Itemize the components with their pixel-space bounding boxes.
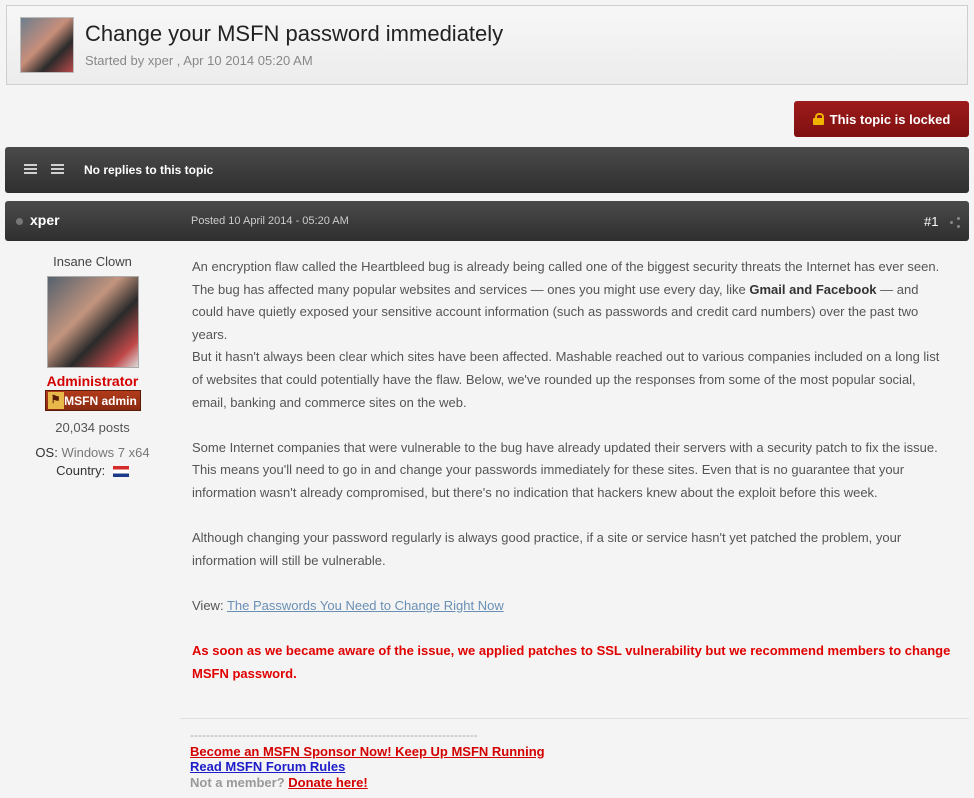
topic-meta: Started by xper , Apr 10 2014 05:20 AM: [85, 53, 313, 68]
share-icon[interactable]: [950, 217, 960, 228]
forum-rules-link[interactable]: Read MSFN Forum Rules: [190, 759, 345, 774]
topic-locked-label: This topic is locked: [829, 111, 951, 127]
post-date: Posted 10 April 2014 - 05:20 AM: [191, 215, 349, 227]
post-number-link[interactable]: #1: [924, 214, 938, 229]
signature-divider: [180, 718, 969, 719]
author-info-panel: Insane Clown Administrator ⚑ MSFN admin …: [5, 241, 180, 478]
admin-note: As soon as we became aware of the issue,…: [192, 643, 951, 681]
signature-dashes: ----------------------------------------…: [190, 728, 478, 742]
offline-status-icon: [16, 218, 23, 225]
donate-link[interactable]: Donate here!: [288, 775, 367, 790]
sponsor-link[interactable]: Become an MSFN Sponsor Now! Keep Up MSFN…: [190, 744, 545, 759]
post-body: An encryption flaw called the Heartbleed…: [192, 256, 952, 708]
replies-text: No replies to this topic: [84, 163, 214, 177]
not-member-text: Not a member?: [190, 774, 289, 790]
view-label: View:: [192, 597, 227, 613]
topic-starter-avatar[interactable]: [20, 17, 74, 73]
post-author-link[interactable]: xper: [30, 212, 60, 228]
badge-emblem-icon: ⚑: [47, 392, 64, 409]
user-role: Administrator: [46, 373, 139, 389]
user-title: Insane Clown: [53, 254, 132, 269]
topic-locked-button[interactable]: This topic is locked: [794, 101, 969, 137]
user-os-label: OS:: [35, 445, 58, 460]
author-avatar[interactable]: [46, 276, 139, 368]
user-country: Country:: [5, 463, 180, 478]
replies-bar: No replies to this topic: [5, 147, 969, 193]
post-paragraph: Although changing your password regularl…: [192, 530, 902, 568]
admin-badge: ⚑ MSFN admin: [44, 390, 141, 411]
passwords-article-link[interactable]: The Passwords You Need to Change Right N…: [227, 598, 504, 613]
admin-badge-label: MSFN admin: [64, 394, 137, 408]
post-paragraph: An encryption flaw called the Heartbleed…: [192, 256, 952, 414]
post-header-bar: xper Posted 10 April 2014 - 05:20 AM #1: [5, 201, 969, 241]
croatia-flag-icon: [112, 466, 129, 478]
user-os-value: Windows 7 x64: [61, 445, 150, 460]
user-os: OS: Windows 7 x64: [5, 445, 180, 460]
lock-icon: [812, 113, 824, 125]
post-bold-text: Gmail and Facebook: [749, 281, 877, 297]
signature: ----------------------------------------…: [190, 728, 545, 790]
post-view-line: View: The Passwords You Need to Change R…: [192, 595, 952, 618]
linear-view-icon[interactable]: [51, 164, 64, 175]
topic-header: Change your MSFN password immediately St…: [6, 5, 968, 85]
post-paragraph: Some Internet companies that were vulner…: [192, 439, 938, 500]
user-post-count: 20,034 posts: [55, 420, 130, 435]
post-text: But it hasn't always been clear which si…: [192, 349, 940, 410]
user-country-label: Country:: [56, 463, 106, 478]
threaded-view-icon[interactable]: [24, 164, 37, 175]
page-title: Change your MSFN password immediately: [85, 21, 504, 46]
